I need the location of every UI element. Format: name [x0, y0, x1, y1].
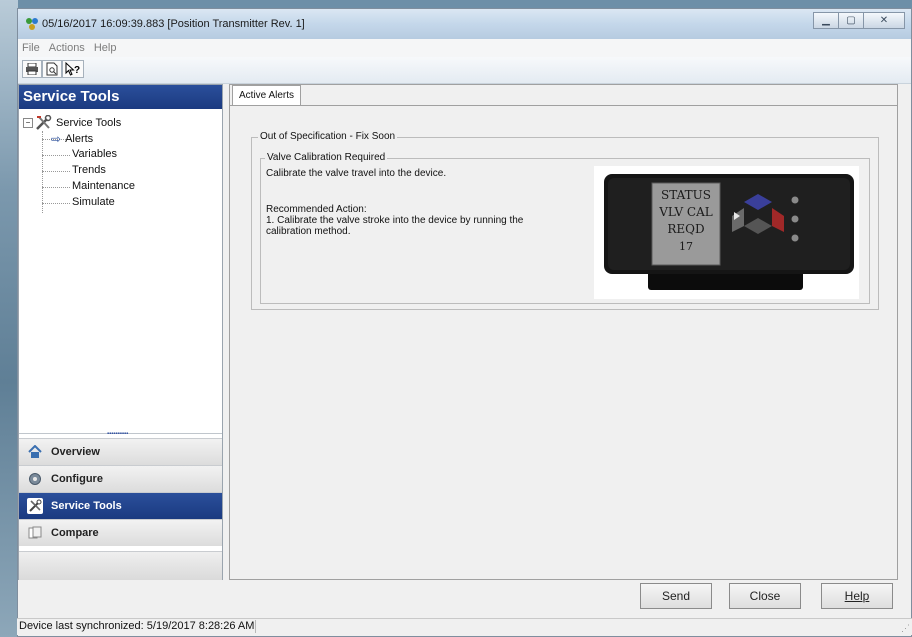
- tab-content: Out of Specification - Fix Soon Valve Ca…: [230, 105, 897, 579]
- send-button[interactable]: Send: [640, 583, 712, 609]
- tools-icon: [36, 115, 52, 130]
- alert-box: Valve Calibration Required Calibrate the…: [260, 152, 870, 304]
- help-button-label: Help: [844, 589, 870, 603]
- nav-configure[interactable]: Configure: [19, 465, 222, 492]
- printer-icon: [26, 63, 38, 75]
- tree-item-label: Alerts: [65, 133, 94, 145]
- close-window-button[interactable]: ✕: [863, 12, 905, 29]
- alert-title: Valve Calibration Required: [265, 152, 388, 163]
- close-icon: ✕: [879, 15, 889, 26]
- tab-active-alerts[interactable]: Active Alerts: [232, 85, 302, 106]
- status-bar: Device last synchronized: 5/19/2017 8:28…: [17, 618, 912, 635]
- tree-connector: [42, 187, 70, 188]
- tree-connector: [42, 131, 43, 213]
- tree-root-service-tools[interactable]: − Service Tools: [23, 115, 121, 131]
- status-separator: [255, 620, 256, 633]
- help-button[interactable]: Help: [821, 583, 893, 609]
- print-preview-button[interactable]: [42, 60, 62, 78]
- collapse-icon[interactable]: −: [23, 118, 33, 128]
- tree-item-simulate[interactable]: Simulate: [72, 196, 115, 208]
- print-preview-icon: [46, 62, 58, 76]
- menu-help[interactable]: Help: [94, 42, 117, 54]
- tree-item-variables[interactable]: Variables: [72, 148, 117, 160]
- nav-compare[interactable]: Compare: [19, 519, 222, 546]
- svg-text:?: ?: [74, 65, 80, 76]
- app-icon: [25, 17, 39, 31]
- tree-item-maintenance[interactable]: Maintenance: [72, 180, 135, 192]
- resize-grip-icon[interactable]: ⋰: [901, 623, 910, 634]
- nav-service-tools[interactable]: Service Tools: [19, 492, 222, 519]
- compare-icon: [27, 525, 43, 541]
- arrow-right-icon: ⇨: [51, 132, 62, 146]
- context-help-button[interactable]: ?: [62, 60, 84, 78]
- home-icon: [27, 444, 43, 460]
- recommended-action-step: 1. Calibrate the valve stroke into the d…: [266, 215, 524, 226]
- maximize-button[interactable]: ▢: [838, 12, 864, 29]
- recommended-action-step-cont: calibration method.: [266, 226, 351, 237]
- nav-label: Configure: [51, 473, 103, 485]
- tree-root-label: Service Tools: [56, 117, 122, 129]
- nav-overflow-area: [19, 551, 222, 580]
- alert-group-title: Out of Specification - Fix Soon: [258, 131, 398, 142]
- tree-item-label: Simulate: [72, 196, 115, 208]
- context-help-icon: ?: [65, 62, 80, 76]
- nav-overview[interactable]: Overview: [19, 438, 222, 465]
- gear-icon: [27, 471, 43, 487]
- tree-connector: [42, 203, 70, 204]
- tree-item-alerts[interactable]: ⇨ Alerts: [51, 132, 93, 146]
- nav-label: Compare: [51, 527, 99, 539]
- close-button[interactable]: Close: [729, 583, 801, 609]
- panel-header: Service Tools: [19, 85, 222, 109]
- alert-group: Out of Specification - Fix Soon Valve Ca…: [251, 131, 879, 310]
- menu-bar: File Actions Help: [18, 39, 911, 57]
- main-panel: Active Alerts Out of Specification - Fix…: [229, 84, 898, 580]
- minimize-icon: ▁: [822, 15, 830, 26]
- device-display-line: 17: [679, 240, 693, 253]
- device-display-line: STATUS: [661, 188, 711, 202]
- tree-item-label: Variables: [72, 148, 118, 160]
- grip-icon: ▪▪▪▪▪▪▪▪▪▪: [107, 431, 129, 437]
- tree-connector: [42, 171, 70, 172]
- tree-item-label: Trends: [72, 164, 106, 176]
- menu-file[interactable]: File: [22, 42, 40, 54]
- alert-description: Calibrate the valve travel into the devi…: [266, 168, 447, 179]
- left-panel: Service Tools − Service Tools ⇨ Alerts V…: [18, 84, 223, 580]
- device-display-line: VLV CAL: [658, 205, 713, 219]
- toolbar: ?: [18, 57, 911, 84]
- recommended-action: Recommended Action: 1. Calibrate the val…: [266, 204, 576, 237]
- menu-actions[interactable]: Actions: [49, 42, 85, 54]
- desktop-background: [0, 0, 18, 637]
- window-title: 05/16/2017 16:09:39.883 [Position Transm…: [42, 18, 305, 30]
- maximize-icon: ▢: [846, 15, 856, 26]
- tools-icon: [27, 498, 43, 514]
- nav-label: Overview: [51, 446, 100, 458]
- title-bar[interactable]: 05/16/2017 16:09:39.883 [Position Transm…: [18, 9, 911, 40]
- recommended-action-heading: Recommended Action:: [266, 204, 367, 215]
- status-text: Device last synchronized: 5/19/2017 8:28…: [19, 620, 255, 632]
- device-display-line: REQD: [667, 222, 704, 236]
- tree-item-trends[interactable]: Trends: [72, 164, 106, 176]
- print-button[interactable]: [22, 60, 42, 78]
- minimize-button[interactable]: ▁: [813, 12, 839, 29]
- navigation-tree: − Service Tools ⇨ Alerts Variables Trend…: [19, 109, 222, 425]
- tree-connector: [42, 155, 70, 156]
- tree-item-label: Maintenance: [72, 180, 135, 192]
- device-image: STATUS VLV CAL REQD 17: [594, 166, 859, 299]
- nav-label: Service Tools: [51, 500, 122, 512]
